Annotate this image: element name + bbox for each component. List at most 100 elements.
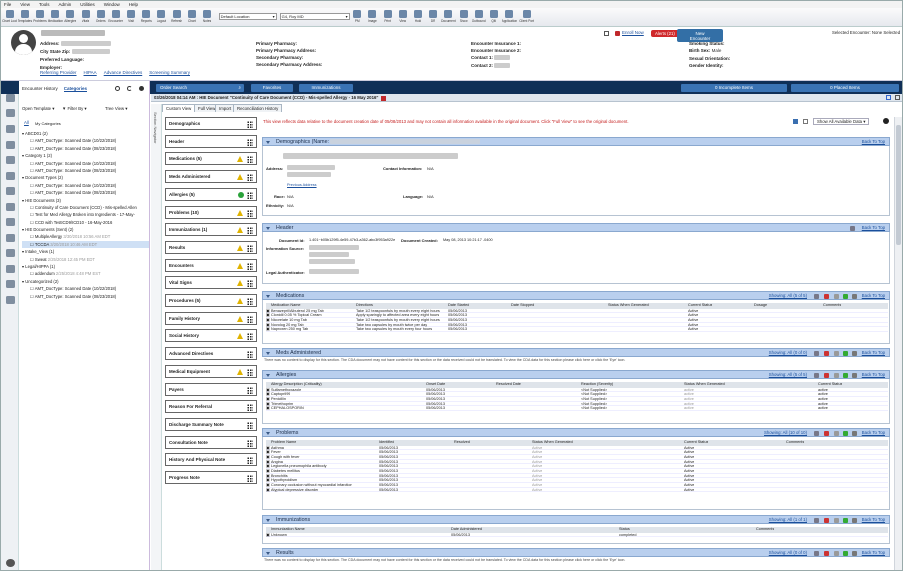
enroll-now-link[interactable]: Enroll Now: [622, 30, 644, 35]
toolbar-button-orders[interactable]: Orders: [93, 8, 108, 27]
pdf-icon[interactable]: [824, 431, 829, 436]
tree-folder[interactable]: ▾ ABCD01 (2): [22, 130, 149, 137]
reconcile-icon[interactable]: [843, 294, 848, 299]
menu-view[interactable]: View: [20, 2, 30, 7]
tree-folder[interactable]: ▾ Uncategorized (2): [22, 278, 149, 285]
edit-icon[interactable]: [6, 141, 15, 149]
collapse-icon[interactable]: [266, 518, 270, 522]
reconcile-icon[interactable]: [843, 351, 848, 356]
section-nav-item[interactable]: Encounters: [165, 258, 257, 272]
pdf-icon[interactable]: [824, 294, 829, 299]
section-navigator-strip[interactable]: Section Navigator: [151, 104, 162, 570]
menu-tools[interactable]: Tools: [39, 2, 50, 7]
section-nav-item[interactable]: Reason For Referral: [165, 400, 257, 414]
tree-item[interactable]: ☐ MultipleAllergy 3/30/2018 10:56 AM EDT: [22, 233, 149, 240]
hipaa-link[interactable]: HIPAA: [84, 70, 97, 75]
edit-icon[interactable]: [834, 431, 839, 436]
section-nav-item[interactable]: Results: [165, 240, 257, 254]
refresh-icon[interactable]: [852, 551, 857, 556]
section-nav-item[interactable]: Header: [165, 134, 257, 148]
collapse-icon[interactable]: [266, 294, 270, 298]
toolbar-button-application-drives[interactable]: Application Drives: [502, 8, 517, 27]
section-results[interactable]: Results Showing: All (0 of 0) Back To To…: [262, 548, 890, 557]
previous-address-link[interactable]: Previous Address: [287, 183, 317, 187]
eye-icon[interactable]: [814, 551, 819, 556]
showing-filter-link[interactable]: Showing: All (0 of 0): [769, 349, 807, 357]
check-icon[interactable]: [886, 95, 891, 100]
edit-icon[interactable]: [834, 551, 839, 556]
section-nav-item[interactable]: Family History: [165, 311, 257, 325]
section-nav-item[interactable]: Payers: [165, 382, 257, 396]
drag-handle-icon[interactable]: [247, 439, 253, 447]
back-to-top-link[interactable]: Back To Top: [862, 371, 885, 379]
toolbar-button-image[interactable]: Image: [365, 8, 380, 27]
toolbar-button-chart[interactable]: Chart: [184, 8, 199, 27]
flask-icon[interactable]: [6, 172, 15, 180]
edit-icon[interactable]: [834, 518, 839, 523]
table-row[interactable]: ▣ Unknown 05/06/2013 completed: [266, 533, 888, 538]
edit-icon[interactable]: [834, 373, 839, 378]
edit-icon[interactable]: [834, 294, 839, 299]
tab-encounter-history[interactable]: Encounter History: [22, 86, 58, 92]
tree-item[interactable]: ☐ AMT_DocType: Scanned Date (10/22/2018): [22, 160, 149, 167]
tree-folder[interactable]: ▾ Legal/HIPPA (1): [22, 263, 149, 270]
new-encounter-button[interactable]: New Encounter: [677, 29, 723, 42]
section-meds-administered[interactable]: Meds Administered Showing: All (0 of 0) …: [262, 348, 890, 357]
eye-icon[interactable]: [814, 373, 819, 378]
menu-help[interactable]: Help: [129, 2, 138, 7]
tree-item[interactable]: ☐ AMT_DocType: Scanned Date (10/22/2018): [22, 285, 149, 292]
back-to-top-link[interactable]: Back To Top: [862, 138, 885, 146]
section-nav-item[interactable]: Demographics: [165, 117, 257, 130]
back-to-top-link[interactable]: Back To Top: [862, 549, 885, 557]
drag-handle-icon[interactable]: [247, 457, 253, 465]
pdf-icon[interactable]: [824, 373, 829, 378]
eye-icon[interactable]: [814, 518, 819, 523]
section-nav-item[interactable]: Social History: [165, 329, 257, 343]
toolbar-button-print[interactable]: Print: [380, 8, 395, 27]
drag-handle-icon[interactable]: [247, 404, 253, 412]
pdf-icon[interactable]: [824, 351, 829, 356]
drag-handle-icon[interactable]: [247, 475, 253, 482]
back-to-top-link[interactable]: Back To Top: [862, 292, 885, 300]
calendar-icon[interactable]: [6, 187, 15, 195]
location-select[interactable]: Default Location ▾: [218, 13, 277, 20]
syringe-icon[interactable]: [6, 218, 15, 226]
menu-file[interactable]: File: [4, 2, 11, 7]
toolbar-button-vitals[interactable]: Vitals: [78, 8, 93, 27]
showing-filter-link[interactable]: Showing: All (1 of 1): [769, 516, 807, 524]
showing-filter-link[interactable]: Showing: All (5 of 5): [769, 292, 807, 300]
back-to-top-link[interactable]: Back To Top: [862, 349, 885, 357]
section-immunizations[interactable]: Immunizations Showing: All (1 of 1) Back…: [262, 515, 890, 524]
reconcile-icon[interactable]: [843, 551, 848, 556]
filter-all[interactable]: All: [24, 120, 29, 125]
tree-folder[interactable]: ▾ Category 1 (2): [22, 152, 149, 159]
drag-handle-icon[interactable]: [247, 280, 253, 288]
filter-my-categories[interactable]: My Categories: [35, 121, 61, 126]
drag-handle-icon[interactable]: [247, 368, 253, 376]
section-problems[interactable]: Problems Showing: All (10 of 10) Back To…: [262, 428, 890, 437]
tree-item[interactable]: ☐ AMT_DocType: Scanned Date (08/23/2018): [22, 167, 149, 174]
drag-handle-icon[interactable]: [247, 262, 253, 270]
content-scrollbar[interactable]: [894, 117, 902, 570]
toolbar-button-qm[interactable]: QM: [486, 8, 501, 27]
tree-folder[interactable]: ▾ Intake_View (1): [22, 248, 149, 255]
menu-icon[interactable]: [6, 94, 15, 102]
immunizations-button[interactable]: Immunizations: [299, 84, 353, 92]
pill-icon[interactable]: [6, 156, 15, 164]
menu-utilities[interactable]: Utilities: [80, 2, 95, 7]
section-nav-item[interactable]: Immunizations (1): [165, 223, 257, 237]
edit-icon[interactable]: [803, 119, 808, 124]
showing-filter-link[interactable]: Showing: All (10 of 10): [764, 429, 807, 437]
toolbar-button-hold[interactable]: Hold: [410, 8, 425, 27]
tree-item[interactable]: ☐ AMT_DocType: Scanned Date (08/23/2018): [22, 293, 149, 300]
eye-icon[interactable]: [814, 294, 819, 299]
section-nav-item[interactable]: Advanced Directives: [165, 347, 257, 361]
toolbar-button-problems[interactable]: Problems: [32, 8, 47, 27]
toolbar-button-logout[interactable]: Logout: [154, 8, 169, 27]
eye-icon[interactable]: [850, 226, 855, 231]
reconcile-icon[interactable]: [843, 373, 848, 378]
edit-icon[interactable]: [834, 351, 839, 356]
incomplete-items-button[interactable]: 0 Incomplete Items: [681, 84, 787, 92]
eye-icon[interactable]: [814, 351, 819, 356]
order-search-input[interactable]: Order Search ⌕: [156, 84, 244, 92]
